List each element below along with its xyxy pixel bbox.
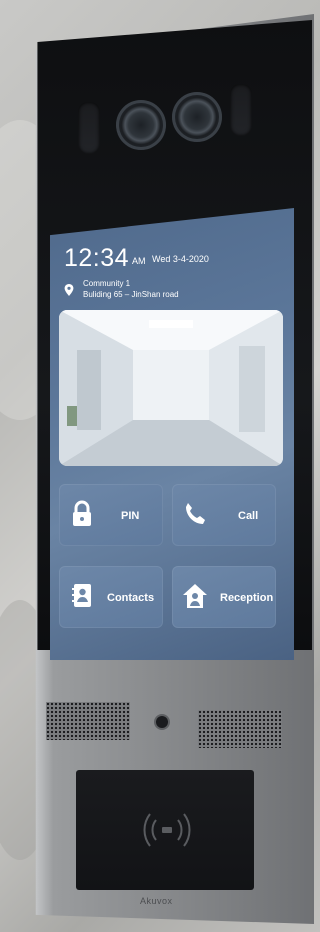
clock-time: 12:34: [64, 244, 130, 272]
reception-button[interactable]: Reception: [172, 566, 276, 628]
contacts-button[interactable]: Contacts: [59, 566, 163, 628]
location-community: Community 1: [83, 279, 131, 288]
speaker-grille-right: [198, 710, 282, 748]
clock-date: Wed 3-4-2020: [152, 254, 209, 264]
corridor-image: [59, 310, 283, 466]
speaker-grille-left: [46, 702, 130, 740]
call-button[interactable]: Call: [172, 484, 276, 546]
camera-lens-right: [172, 92, 222, 142]
clock-ampm: AM: [132, 256, 146, 266]
camera-lens-left: [116, 100, 166, 150]
nfc-icon: [143, 813, 191, 847]
reception-icon: [183, 584, 207, 608]
location-pin-icon: [64, 284, 74, 296]
pin-button[interactable]: PIN: [59, 484, 163, 546]
ir-led-left: [78, 102, 100, 154]
reception-button-label: Reception: [220, 592, 274, 604]
call-button-label: Call: [238, 510, 259, 522]
card-reader-panel[interactable]: [76, 770, 254, 890]
contacts-button-label: Contacts: [107, 592, 155, 604]
contacts-icon: [72, 584, 91, 607]
location-building: Buliding 65 – JinShan road: [83, 290, 179, 299]
lock-icon: [73, 500, 91, 526]
phone-icon: [186, 503, 205, 524]
brand-logo: Akuvox: [140, 896, 173, 906]
camera-preview[interactable]: [59, 310, 283, 466]
ir-led-right: [230, 84, 252, 136]
touch-screen: 12:34 AM Wed 3-4-2020 Community 1 Bulidi…: [50, 208, 294, 660]
microphone-dot: [156, 716, 168, 728]
pin-button-label: PIN: [121, 510, 140, 522]
